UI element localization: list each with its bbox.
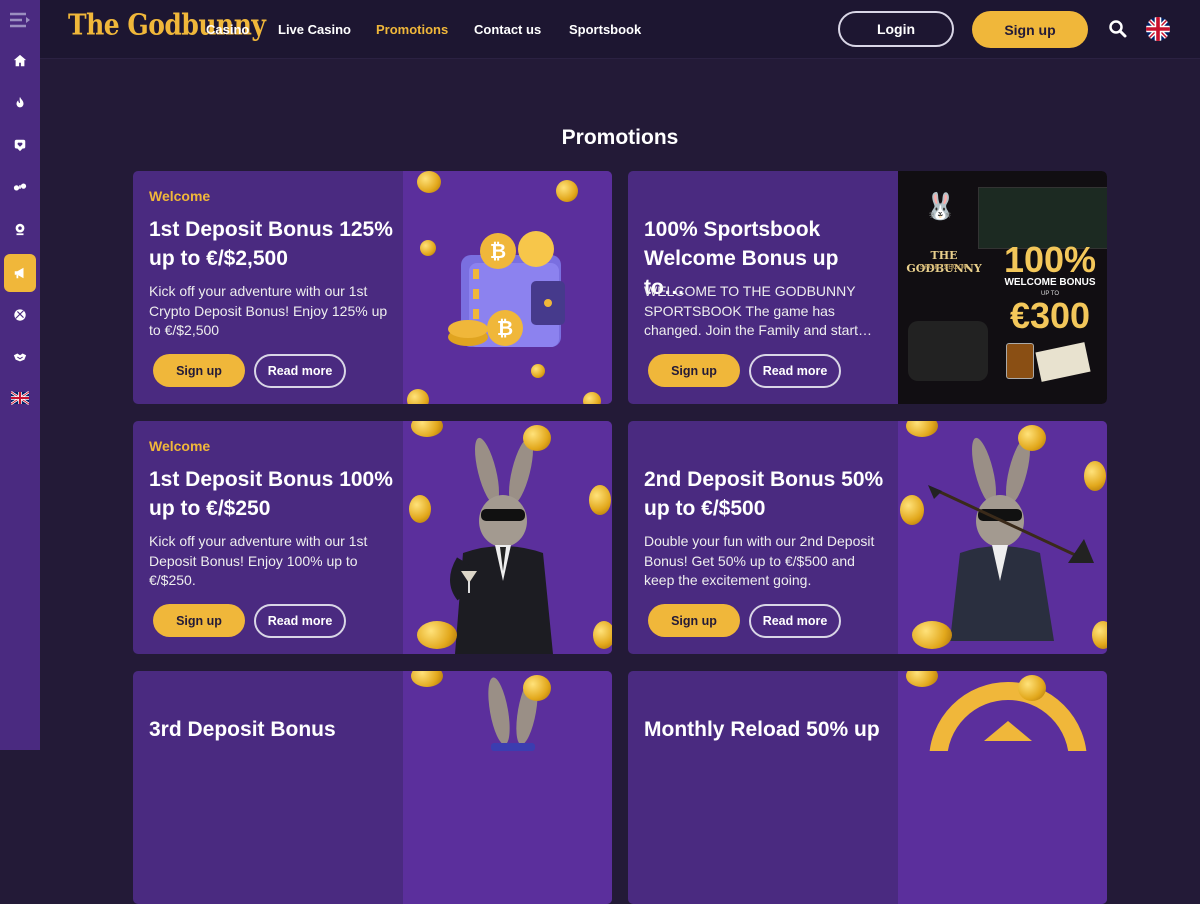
promo-card: 3rd Deposit Bonus: [133, 671, 612, 904]
promo-image-bunny: [403, 671, 612, 904]
promo-signup-button[interactable]: Sign up: [153, 604, 245, 637]
promo-image-bunny-martini: [403, 421, 612, 654]
signup-button[interactable]: Sign up: [972, 11, 1088, 48]
promo-title: 2nd Deposit Bonus 50% up to €/$500: [644, 468, 884, 520]
menu-toggle-button[interactable]: [4, 4, 36, 36]
sidebar-item-slots[interactable]: [4, 213, 36, 245]
bunny-illustration: [450, 437, 553, 654]
sportsbook-art-brand: THE GODBUNNY: [906, 249, 982, 275]
menu-icon: [10, 12, 30, 28]
promo-signup-button[interactable]: Sign up: [153, 354, 245, 387]
promo-signup-button[interactable]: Sign up: [648, 354, 740, 387]
nav-live-casino[interactable]: Live Casino: [278, 22, 351, 37]
sidebar-item-home[interactable]: [4, 45, 36, 77]
sidebar-item-hot[interactable]: [4, 87, 36, 119]
login-button[interactable]: Login: [838, 11, 954, 47]
promo-read-more-button[interactable]: Read more: [749, 604, 841, 638]
promo-card: 100% Sportsbook Welcome Bonus up to… WEL…: [628, 171, 1107, 404]
promo-description: Kick off your adventure with our 1st Dep…: [149, 533, 368, 588]
promo-image-sportsbook: 🐰 THE GODBUNNY SPORTSBOOK 100% WELCOME B…: [898, 171, 1107, 404]
promo-category: Welcome: [149, 188, 211, 204]
sidebar-item-sports[interactable]: [4, 299, 36, 331]
promo-title: Monthly Reload 50% up: [644, 718, 880, 741]
wallet-illustration: ₿ ₿: [448, 231, 565, 347]
handshake-icon: [13, 353, 27, 362]
promo-title: 3rd Deposit Bonus: [149, 718, 336, 741]
promo-category: Welcome: [149, 438, 211, 454]
promo-read-more-button[interactable]: Read more: [254, 604, 346, 638]
sportsbook-art-line1: WELCOME BONUS: [1004, 277, 1096, 288]
promo-card: 2nd Deposit Bonus 50% up to €/$500 Doubl…: [628, 421, 1107, 654]
bunny-archer-illustration: [928, 437, 1094, 641]
armchair-image: [908, 321, 988, 381]
rabbit-logo-icon: 🐰: [924, 191, 957, 221]
promo-description: Kick off your adventure with our 1st Cry…: [149, 283, 388, 338]
nav-promotions[interactable]: Promotions: [376, 22, 448, 37]
sportsbook-art-amount: €300: [1009, 295, 1091, 336]
promo-title: 1st Deposit Bonus 100% up to €/$250: [149, 468, 393, 520]
language-flag-icon[interactable]: [1146, 17, 1170, 41]
sidebar-item-language[interactable]: [4, 382, 36, 414]
nav-sportsbook[interactable]: Sportsbook: [569, 22, 641, 37]
promo-title: 1st Deposit Bonus 125% up to €/$2,500: [149, 218, 393, 270]
page-title: Promotions: [561, 126, 679, 149]
promo-signup-button[interactable]: Sign up: [648, 604, 740, 637]
promo-image-wallet: ₿ ₿: [403, 171, 612, 404]
sportsbook-art-percent: 100%: [1003, 239, 1097, 280]
sidebar-item-vip[interactable]: [4, 341, 36, 373]
nav-casino[interactable]: Casino: [206, 22, 249, 37]
top-header: The Godbunny Casino Live Casino Promotio…: [40, 0, 1200, 59]
promo-read-more-button[interactable]: Read more: [749, 354, 841, 388]
promo-card: Welcome 1st Deposit Bonus 100% up to €/$…: [133, 421, 612, 654]
promo-description: Double your fun with our 2nd Deposit Bon…: [644, 533, 875, 588]
svg-text:₿: ₿: [490, 241, 506, 263]
promo-image-bunny-arrow: [898, 421, 1107, 654]
sidebar: [0, 0, 40, 750]
promo-read-more-button[interactable]: Read more: [254, 354, 346, 388]
promo-card: Welcome 1st Deposit Bonus 125% up to €/$…: [133, 171, 612, 404]
fire-icon: [16, 96, 24, 108]
nav-contact-us[interactable]: Contact us: [474, 22, 541, 37]
whisky-glass-image: [1006, 343, 1034, 379]
svg-text:₿: ₿: [497, 318, 513, 340]
promo-image-gold-ring: [898, 671, 1107, 904]
sports-ball-icon: [14, 309, 26, 321]
bet-slip-image: [1035, 342, 1091, 382]
promo-card: Monthly Reload 50% up: [628, 671, 1107, 904]
live-casino-icon: [13, 183, 27, 191]
megaphone-icon: [14, 267, 24, 279]
search-icon[interactable]: [1108, 19, 1128, 39]
home-icon: [13, 54, 27, 67]
sportsbook-art-brand-sub: SPORTSBOOK: [919, 264, 969, 271]
promo-description: WELCOME TO THE GODBUNNY SPORTSBOOK The g…: [644, 283, 873, 338]
sidebar-item-live-casino[interactable]: [4, 171, 36, 203]
uk-flag-icon: [11, 391, 29, 405]
slots-icon: [15, 223, 25, 236]
sidebar-item-promotions[interactable]: [4, 254, 36, 292]
